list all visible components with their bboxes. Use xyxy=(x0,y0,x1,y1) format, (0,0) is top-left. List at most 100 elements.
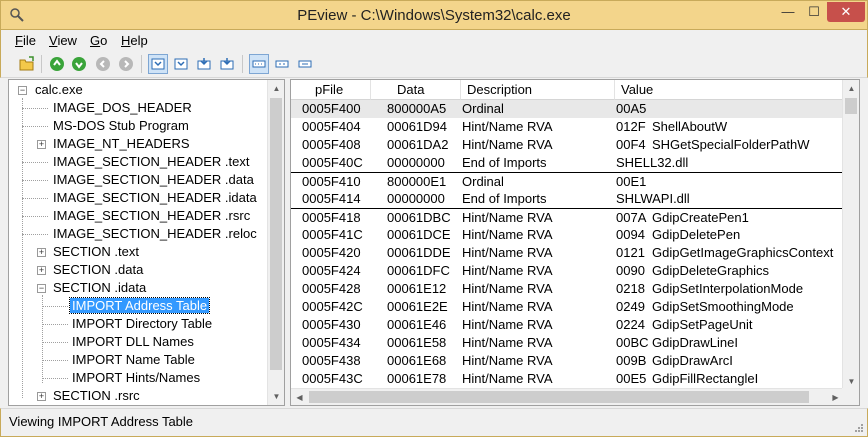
table-row[interactable]: 0005F400 800000A5 Ordinal 00A5 xyxy=(291,100,844,118)
cell-description: Hint/Name RVA xyxy=(462,317,553,332)
cell-data: 800000A5 xyxy=(387,101,447,116)
table-row[interactable]: 0005F424 00061DFC Hint/Name RVA 0090 GdipDel… xyxy=(291,262,844,280)
maximize-button[interactable]: ☐ xyxy=(801,2,827,22)
cell-value: 007A xyxy=(616,210,647,225)
menu-view[interactable]: View xyxy=(49,33,77,48)
cell-data: 00061E12 xyxy=(387,281,447,296)
table-row[interactable]: 0005F43C 00061E78 Hint/Name RVA 00E5 GdipFil… xyxy=(291,370,844,388)
cell-value-name: GdipDeleteGraphics xyxy=(652,263,770,278)
collapse-toggle[interactable]: − xyxy=(37,284,46,293)
view-4-icon[interactable] xyxy=(217,54,237,74)
forward-icon[interactable] xyxy=(69,54,89,74)
table-row[interactable]: 0005F408 00061DA2 Hint/Name RVA 00F4 SHGetSp… xyxy=(291,136,844,154)
cell-value-name: GdipGetImageGraphicsContext xyxy=(652,245,834,260)
cell-data: 00000000 xyxy=(387,191,445,206)
scroll-thumb[interactable] xyxy=(845,98,857,114)
close-button[interactable]: ✕ xyxy=(827,2,865,22)
cell-data: 00061DFC xyxy=(387,263,450,278)
tree-item[interactable]: IMAGE_SECTION_HEADER .rsrc xyxy=(51,207,252,225)
view-3-icon[interactable] xyxy=(194,54,214,74)
column-header-pfile[interactable]: pFile xyxy=(291,80,371,100)
tree-item[interactable]: IMAGE_DOS_HEADER xyxy=(51,99,194,117)
tree-view[interactable]: − calc.exe IMAGE_DOS_HEADER MS-DOS Stub … xyxy=(8,79,285,406)
back-disabled-icon[interactable] xyxy=(93,54,113,74)
scroll-thumb[interactable] xyxy=(309,391,809,403)
column-header-data[interactable]: Data xyxy=(371,80,461,100)
word-view-icon[interactable] xyxy=(272,54,292,74)
collapse-toggle[interactable]: − xyxy=(18,86,27,95)
scroll-up-arrow-icon[interactable]: ▲ xyxy=(843,80,859,97)
tree-item-selected[interactable]: IMPORT Address Table xyxy=(68,297,211,315)
expand-toggle[interactable]: + xyxy=(37,266,46,275)
table-row[interactable]: 0005F414 00000000 End of Imports SHLWAPI.dl… xyxy=(291,190,844,208)
menu-file[interactable]: File xyxy=(15,33,36,48)
tree-item[interactable]: SECTION .rsrc xyxy=(51,387,142,405)
tree-item[interactable]: IMAGE_SECTION_HEADER .data xyxy=(51,171,256,189)
tree-item[interactable]: IMAGE_SECTION_HEADER .idata xyxy=(51,189,259,207)
table-row[interactable]: 0005F430 00061E46 Hint/Name RVA 0224 GdipSet… xyxy=(291,316,844,334)
view-1-icon[interactable] xyxy=(148,54,168,74)
view-2-icon[interactable] xyxy=(171,54,191,74)
cell-value: 00F4 xyxy=(616,137,646,152)
menu-go[interactable]: Go xyxy=(90,33,107,48)
expand-toggle[interactable]: + xyxy=(37,140,46,149)
scroll-left-arrow-icon[interactable]: ◀ xyxy=(291,389,308,405)
tree-item[interactable]: IMAGE_SECTION_HEADER .reloc xyxy=(51,225,259,243)
scroll-thumb[interactable] xyxy=(270,98,282,370)
toolbar xyxy=(0,50,868,78)
cell-value-name: GdipSetSmoothingMode xyxy=(652,299,794,314)
data-table[interactable]: pFile Data Description Value 0005F400 800… xyxy=(290,79,860,406)
byte-view-icon[interactable] xyxy=(249,54,269,74)
expand-toggle[interactable]: + xyxy=(37,392,46,401)
tree-item[interactable]: IMPORT Hints/Names xyxy=(70,369,202,387)
table-row[interactable]: 0005F41C 00061DCE Hint/Name RVA 0094 GdipDel… xyxy=(291,226,844,244)
scroll-down-arrow-icon[interactable]: ▼ xyxy=(268,388,284,405)
table-vertical-scrollbar[interactable]: ▲ ▼ xyxy=(842,80,859,390)
cell-value-name: GdipDrawLineI xyxy=(652,335,738,350)
table-row[interactable]: 0005F42C 00061E2E Hint/Name RVA 0249 GdipSet… xyxy=(291,298,844,316)
cell-description: Hint/Name RVA xyxy=(462,137,553,152)
tree-item[interactable]: SECTION .idata xyxy=(51,279,148,297)
expand-toggle[interactable]: + xyxy=(37,248,46,257)
tree-item-root[interactable]: calc.exe xyxy=(33,81,85,99)
cell-pfile: 0005F41C xyxy=(302,227,363,242)
cell-pfile: 0005F418 xyxy=(302,210,361,225)
forward-disabled-icon[interactable] xyxy=(116,54,136,74)
table-row[interactable]: 0005F438 00061E68 Hint/Name RVA 009B GdipDra… xyxy=(291,352,844,370)
tree-vertical-scrollbar[interactable]: ▲ ▼ xyxy=(267,80,284,405)
table-row[interactable]: 0005F434 00061E58 Hint/Name RVA 00BC GdipDra… xyxy=(291,334,844,352)
open-file-icon[interactable] xyxy=(17,54,37,74)
cell-value-name: GdipDrawArcI xyxy=(652,353,733,368)
table-row[interactable]: 0005F404 00061D94 Hint/Name RVA 012F ShellAb… xyxy=(291,118,844,136)
menu-help[interactable]: Help xyxy=(121,33,148,48)
table-row[interactable]: 0005F418 00061DBC Hint/Name RVA 007A GdipCre… xyxy=(291,208,844,226)
table-row[interactable]: 0005F420 00061DDE Hint/Name RVA 0121 GdipGet… xyxy=(291,244,844,262)
dword-view-icon[interactable] xyxy=(295,54,315,74)
tree-item[interactable]: IMAGE_SECTION_HEADER .text xyxy=(51,153,252,171)
column-header-description[interactable]: Description xyxy=(461,80,615,100)
tree-item[interactable]: IMPORT Directory Table xyxy=(70,315,214,333)
tree-item[interactable]: IMPORT Name Table xyxy=(70,351,197,369)
cell-value: 00E1 xyxy=(616,174,647,189)
cell-value-name: GdipCreatePen1 xyxy=(652,210,749,225)
cell-data: 00061DDE xyxy=(387,245,451,260)
cell-value: 009B xyxy=(616,353,647,368)
table-row[interactable]: 0005F410 800000E1 Ordinal 00E1 xyxy=(291,172,844,190)
tree-item[interactable]: IMPORT DLL Names xyxy=(70,333,196,351)
scroll-up-arrow-icon[interactable]: ▲ xyxy=(268,80,284,97)
table-row[interactable]: 0005F40C 00000000 End of Imports SHELL32.dl… xyxy=(291,154,844,172)
tree-item[interactable]: IMAGE_NT_HEADERS xyxy=(51,135,192,153)
cell-pfile: 0005F430 xyxy=(302,317,361,332)
minimize-button[interactable]: — xyxy=(775,2,801,22)
cell-value: 00BC xyxy=(616,335,649,350)
tree-item[interactable]: MS-DOS Stub Program xyxy=(51,117,191,135)
cell-value-name: GdipFillRectangleI xyxy=(652,371,759,386)
back-icon[interactable] xyxy=(47,54,67,74)
table-row[interactable]: 0005F428 00061E12 Hint/Name RVA 0218 GdipSet… xyxy=(291,280,844,298)
tree-item[interactable]: SECTION .data xyxy=(51,261,145,279)
tree-item[interactable]: SECTION .text xyxy=(51,243,141,261)
column-header-value[interactable]: Value xyxy=(615,80,844,100)
table-horizontal-scrollbar[interactable]: ◀ ▶ xyxy=(291,388,844,405)
resize-grip-icon[interactable] xyxy=(852,421,864,433)
cell-data: 00061DA2 xyxy=(387,137,449,152)
